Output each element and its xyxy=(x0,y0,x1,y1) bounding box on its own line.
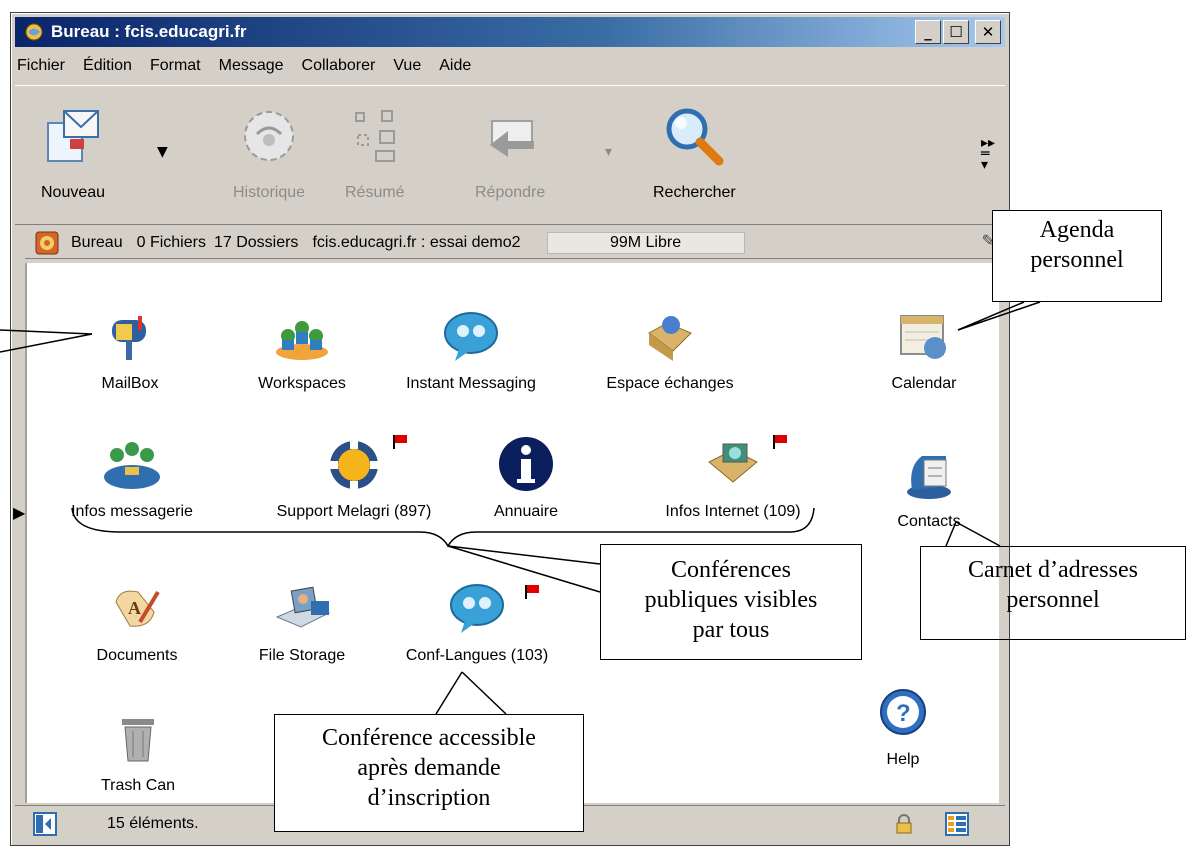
callout-private-conference: Conférence accessible après demande d’in… xyxy=(274,714,584,832)
callout-contacts: Carnet d’adresses personnel xyxy=(920,546,1186,640)
annotation-lines xyxy=(0,301,1041,715)
callout-public-conferences: Conférences publiques visibles par tous xyxy=(600,544,862,660)
callout-agenda: Agenda personnel xyxy=(992,210,1162,302)
